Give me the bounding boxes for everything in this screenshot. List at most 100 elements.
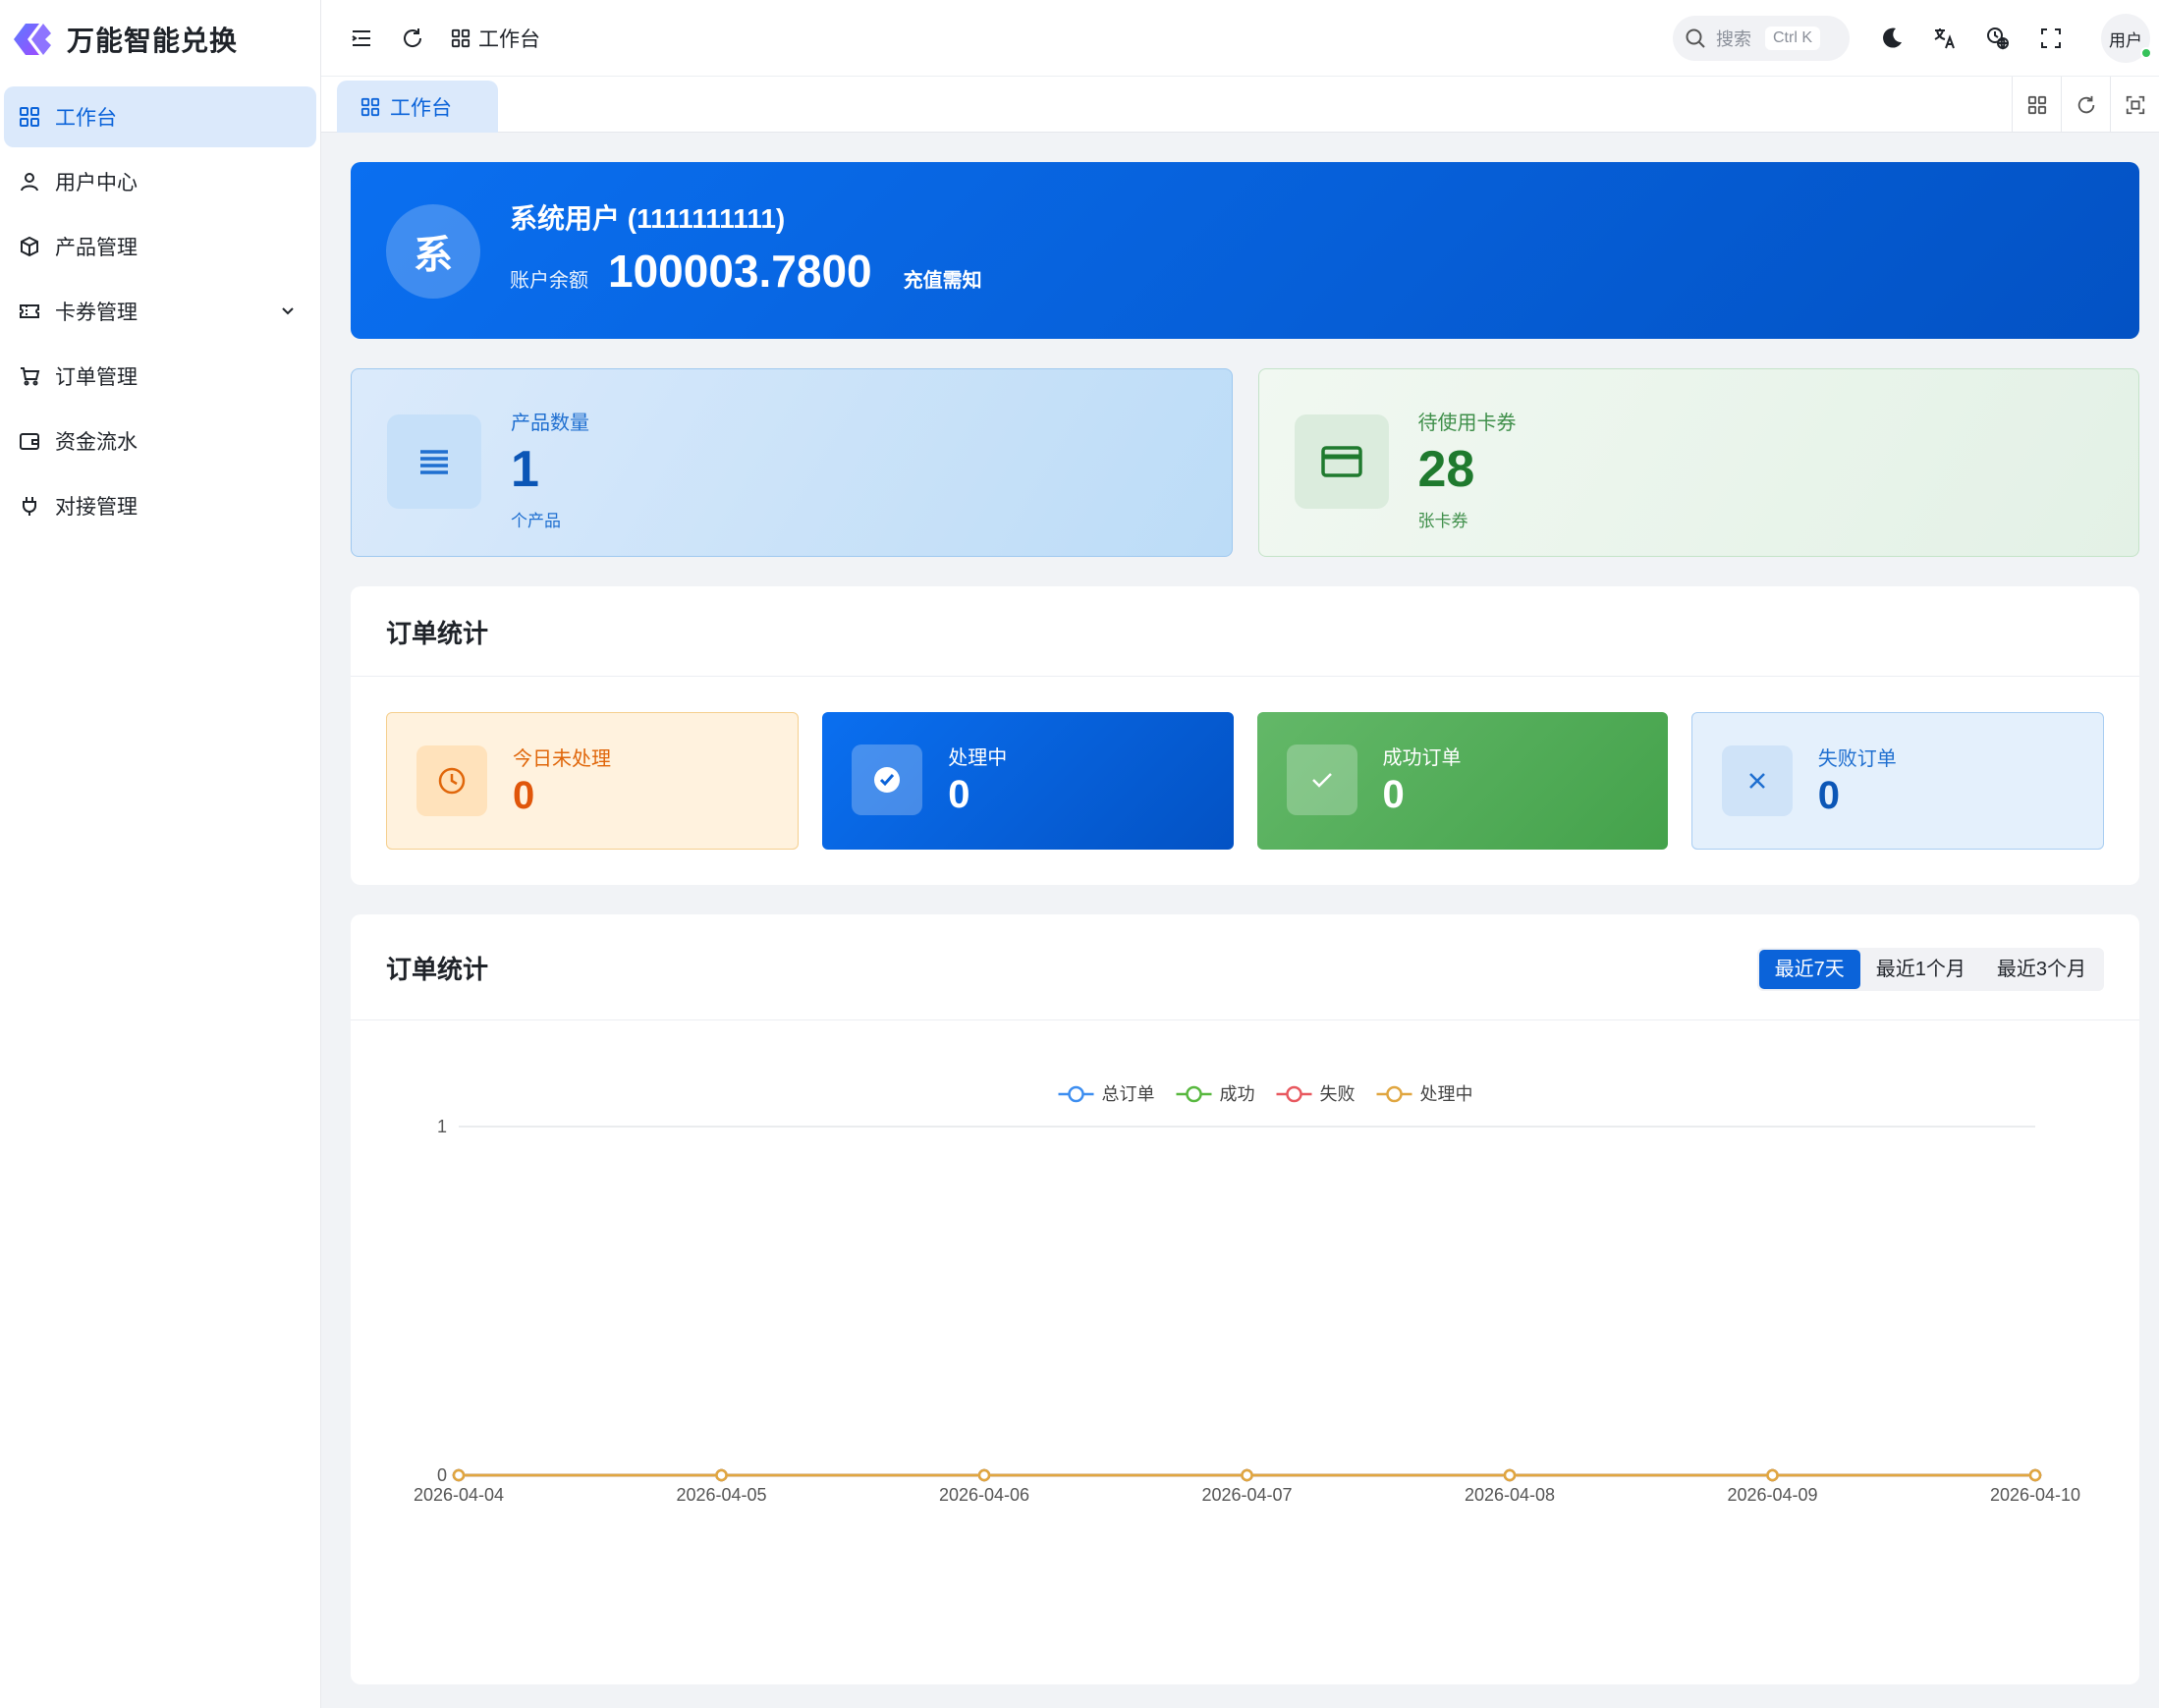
panel-title: 订单统计	[386, 955, 489, 984]
success-orders-card[interactable]: 成功订单 0	[1256, 712, 1668, 850]
pending-orders-card[interactable]: 今日未处理 0	[386, 712, 800, 850]
range-7-days-button[interactable]: 最近7天	[1758, 950, 1860, 989]
data-point	[1241, 1468, 1253, 1482]
plug-icon	[18, 494, 41, 518]
tab-refresh-button[interactable]	[2061, 77, 2110, 133]
stat-label: 待使用卡券	[1417, 413, 1517, 434]
chevron-down-icon[interactable]	[277, 301, 299, 322]
user-label: 用户	[2109, 30, 2142, 50]
data-point	[2028, 1468, 2042, 1482]
translate-icon[interactable]	[1926, 20, 1964, 57]
data-point	[1503, 1468, 1517, 1482]
sidebar-item-label: 工作台	[55, 107, 117, 130]
legend-marker	[1286, 1085, 1302, 1103]
order-card-label: 失败订单	[1817, 748, 1897, 770]
dark-mode-icon[interactable]	[1873, 20, 1910, 57]
legend-marker	[1186, 1085, 1202, 1103]
search-placeholder: 搜索	[1716, 29, 1751, 49]
clock-icon	[416, 745, 487, 816]
range-1-month-button[interactable]: 最近1个月	[1860, 950, 1981, 989]
sidebar-item-label: 对接管理	[55, 496, 138, 519]
sidebar-item-label: 产品管理	[55, 237, 138, 259]
y-tick-label: 1	[437, 1117, 447, 1136]
refresh-icon[interactable]	[394, 20, 431, 57]
timezone-icon[interactable]	[1979, 20, 2017, 57]
online-status-dot	[2140, 47, 2152, 59]
x-tick-label: 2026-04-09	[1727, 1485, 1817, 1505]
range-3-months-button[interactable]: 最近3个月	[1981, 950, 2102, 989]
cart-icon	[18, 364, 41, 388]
account-avatar: 系	[386, 204, 480, 299]
tab-bar: 工作台	[321, 77, 2159, 133]
account-name: 系统用户 (1111111111)	[510, 203, 786, 234]
legend-label: 失败	[1320, 1084, 1356, 1104]
sidebar-item-cards[interactable]: 卡券管理	[4, 281, 316, 342]
brand-logo-icon	[14, 24, 51, 55]
range-selector: 最近7天 最近1个月 最近3个月	[1756, 948, 2104, 991]
stat-row: 产品数量 1 个产品 待使用卡券 28 张卡券	[351, 368, 2139, 557]
check-circle-icon	[852, 744, 923, 815]
y-tick-label: 0	[437, 1465, 447, 1485]
sidebar-menu: 工作台 用户中心 产品管理 卡券管理 订单管理 资金流水 对接管理	[0, 79, 320, 548]
sidebar: 万能智能兑换 工作台 用户中心 产品管理 卡券管理 订单管理 资金流水 对接管理	[0, 0, 321, 1708]
sidebar-item-label: 订单管理	[55, 366, 138, 389]
processing-orders-card[interactable]: 处理中 0	[822, 712, 1234, 850]
ticket-icon	[18, 300, 41, 323]
tab-dashboard[interactable]: 工作台	[337, 81, 498, 133]
breadcrumb[interactable]: 工作台	[451, 24, 540, 53]
legend-label: 处理中	[1420, 1084, 1473, 1104]
failed-orders-card[interactable]: 失败订单 0	[1690, 712, 2104, 850]
pending-cards-card: 待使用卡券 28 张卡券	[1257, 368, 2139, 557]
x-tick-label: 2026-04-05	[676, 1485, 766, 1505]
stat-value: 1	[511, 441, 539, 498]
fullscreen-icon[interactable]	[2032, 20, 2070, 57]
package-icon	[18, 235, 41, 258]
panel-title: 订单统计	[386, 619, 489, 648]
account-banner: 系 系统用户 (1111111111) 账户余额 100003.7800 充值需…	[351, 162, 2139, 339]
search-icon	[1686, 28, 1705, 48]
sidebar-item-products[interactable]: 产品管理	[4, 216, 316, 277]
dashboard-icon	[451, 28, 471, 48]
order-card-label: 处理中	[948, 747, 1008, 769]
order-card-value: 0	[948, 773, 970, 816]
credit-card-icon	[1294, 414, 1389, 509]
stat-value: 28	[1417, 441, 1475, 498]
sidebar-item-dashboard[interactable]: 工作台	[4, 86, 316, 147]
data-point	[452, 1468, 466, 1482]
tab-label: 工作台	[390, 96, 452, 120]
sidebar-item-label: 用户中心	[55, 172, 138, 194]
breadcrumb-label: 工作台	[478, 28, 540, 51]
sidebar-item-funds[interactable]: 资金流水	[4, 411, 316, 471]
close-icon	[1721, 745, 1793, 816]
brand[interactable]: 万能智能兑换	[0, 0, 320, 79]
legend-marker	[1068, 1085, 1084, 1103]
refresh-icon	[2077, 95, 2094, 113]
tab-maximize-button[interactable]	[2110, 77, 2159, 133]
sidebar-item-user-center[interactable]: 用户中心	[4, 151, 316, 212]
wallet-icon	[18, 429, 41, 453]
check-icon	[1286, 744, 1357, 815]
dashboard-icon	[18, 105, 41, 129]
order-card-value: 0	[1817, 774, 1840, 817]
sidebar-item-orders[interactable]: 订单管理	[4, 346, 316, 407]
sidebar-item-integration[interactable]: 对接管理	[4, 475, 316, 536]
legend-marker	[1386, 1085, 1403, 1103]
product-count-card: 产品数量 1 个产品	[351, 368, 1233, 557]
user-avatar[interactable]: 用户	[2101, 14, 2152, 63]
x-tick-label: 2026-04-06	[939, 1485, 1029, 1505]
stat-unit: 张卡券	[1417, 512, 1468, 530]
list-icon	[387, 414, 481, 509]
data-point	[715, 1468, 728, 1482]
search-input[interactable]: 搜索 Ctrl K	[1673, 16, 1850, 61]
menu-fold-icon[interactable]	[343, 20, 380, 57]
balance-amount: 100003.7800	[608, 246, 872, 297]
line-chart: 总订单 成功 失败 处理中 0 1 2026-04-04 2026-04-05 2026-04-…	[414, 1084, 2080, 1505]
legend-label: 成功	[1220, 1084, 1255, 1104]
legend-label: 总订单	[1102, 1084, 1155, 1104]
balance-label: 账户余额	[510, 270, 588, 292]
order-stats-panel: 订单统计 今日未处理 0 处理中 0 成功订单 0 失败订单 0	[351, 586, 2139, 885]
sidebar-item-label: 卡券管理	[55, 302, 138, 324]
tab-grid-button[interactable]	[2012, 77, 2061, 133]
order-trend-chart: 总订单 成功 失败 处理中 0 1 2026-04-04 2026-04-05 2026-04-…	[351, 1020, 2139, 1684]
recharge-notice-link[interactable]: 充值需知	[904, 264, 982, 293]
